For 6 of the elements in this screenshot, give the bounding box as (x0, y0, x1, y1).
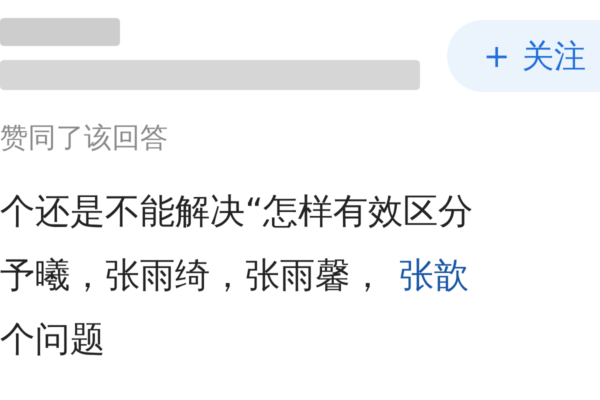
name-link[interactable]: 张歆 (399, 256, 469, 296)
comment-text: 个还是不能解决“怎样有效区分 (0, 192, 474, 232)
comment-text: 个问题 (0, 320, 105, 360)
follow-button[interactable]: + 关注 (447, 20, 600, 92)
activity-text: 赞同了该回答 (0, 120, 169, 156)
comment-text: 予曦，张雨绮，张雨馨， (0, 256, 385, 296)
